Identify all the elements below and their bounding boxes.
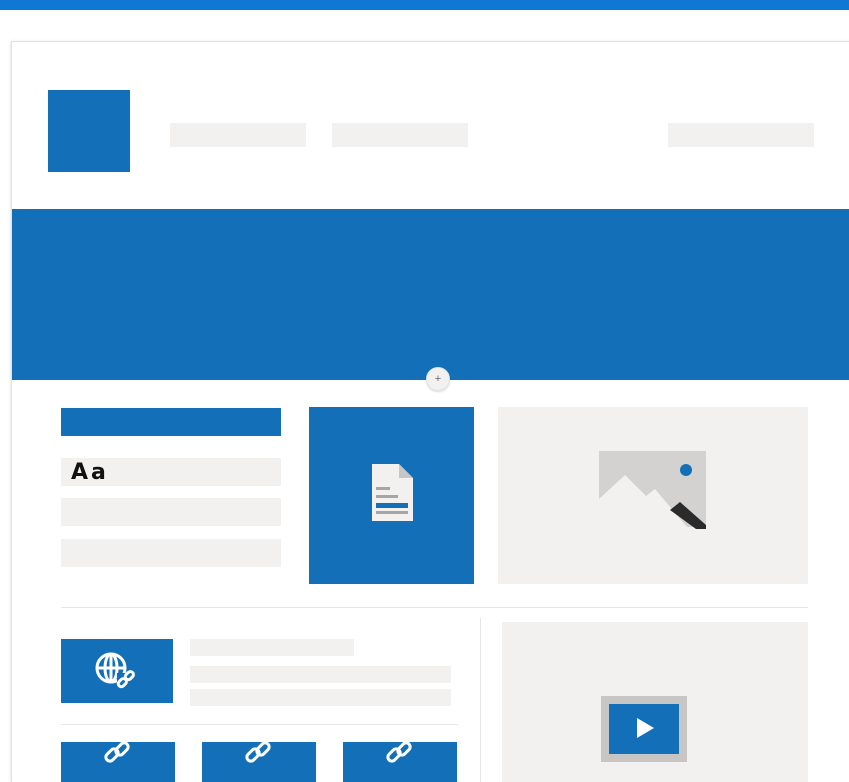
nav-link-placeholder-1 [170,123,306,147]
text-line-placeholder-3 [61,539,281,567]
link-preview-tile [61,639,173,703]
globe-link-icon [95,652,137,691]
video-tile [502,622,808,782]
image-icon [599,451,706,529]
nav-link-placeholder-2 [332,123,468,147]
document-tile [309,407,474,584]
add-section-button[interactable]: + [426,367,450,391]
link-icon [104,742,130,763]
document-icon [372,464,413,521]
section-divider [61,607,808,608]
quick-link-tile-2 [202,742,316,782]
link-description-placeholder-2 [190,689,451,706]
quick-link-tile-3 [343,742,457,782]
video-play-icon [601,696,687,762]
hero-banner [12,209,849,380]
text-heading-bar [61,408,281,436]
site-template-preview: + Aa [11,41,849,782]
site-logo-placeholder [48,90,130,172]
nav-search-placeholder [668,123,814,147]
links-divider [61,724,458,725]
text-sample-label: Aa [71,460,109,485]
image-tile [498,407,808,584]
link-icon [245,742,271,763]
top-accent-bar [0,0,849,10]
link-description-placeholder-1 [190,666,451,683]
link-icon [386,742,412,763]
text-line-placeholder-2 [61,498,281,526]
column-divider [480,618,481,782]
link-title-placeholder [190,639,354,656]
quick-link-tile-1 [61,742,175,782]
